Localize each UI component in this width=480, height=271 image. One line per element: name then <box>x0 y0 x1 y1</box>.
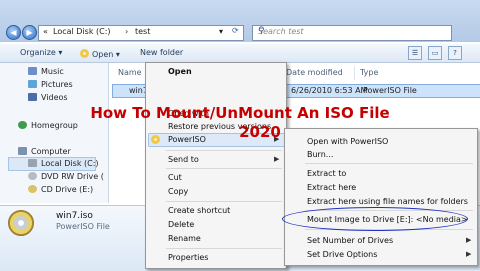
submenu-item-extract-here[interactable]: Extract here <box>307 183 356 192</box>
address-root[interactable]: « <box>43 27 48 36</box>
breadcrumb-separator: › <box>125 27 129 36</box>
details-subtitle: PowerISO File <box>56 222 110 231</box>
sidebar-item-label: CD Drive (E:) <box>41 185 94 194</box>
preview-pane-icon[interactable]: ▭ <box>428 46 442 60</box>
menu-item-properties[interactable]: Properties <box>168 253 208 262</box>
view-controls: ☰ ▭? <box>408 46 478 60</box>
menu-item-copy[interactable]: Copy <box>168 187 188 196</box>
sidebar-item-label: Pictures <box>41 80 73 89</box>
overlay-title: How To Mount/UnMount An ISO File <box>90 104 390 122</box>
sidebar-item-videos[interactable]: Videos <box>28 93 68 102</box>
poweriso-icon <box>80 49 89 58</box>
sidebar-item-label: Videos <box>41 93 68 102</box>
organize-button[interactable]: Organize ▾ <box>20 48 62 57</box>
sidebar-item-cd-drive[interactable]: CD Drive (E:) <box>28 185 93 194</box>
poweriso-submenu: Open with PowerISO Burn... Extract to Ex… <box>284 128 478 266</box>
pictures-icon <box>28 80 37 88</box>
breadcrumb-local-disk[interactable]: Local Disk (C:) <box>53 27 111 36</box>
submenu-item-set-number-of-drives[interactable]: Set Number of Drives <box>307 236 393 245</box>
breadcrumb-test[interactable]: test <box>135 27 150 36</box>
overlay-year: 2020 <box>239 123 281 141</box>
menu-item-send-to[interactable]: Send to <box>168 155 199 164</box>
column-header-type[interactable]: Type <box>360 68 378 77</box>
cd-icon <box>28 185 37 193</box>
sidebar-item-label: Computer <box>31 147 71 156</box>
view-options-icon[interactable]: ☰ <box>408 46 422 60</box>
mount-highlight-ellipse <box>282 207 468 231</box>
menu-separator <box>166 248 282 249</box>
column-header-date[interactable]: Date modified <box>286 68 343 77</box>
videos-icon <box>28 93 37 101</box>
music-icon <box>28 67 37 75</box>
search-icon: ⚲ <box>258 26 265 36</box>
column-header-name[interactable]: Name <box>118 68 142 77</box>
iso-file-icon <box>8 210 34 236</box>
menu-item-rename[interactable]: Rename <box>168 234 201 243</box>
menu-separator <box>305 163 473 164</box>
file-type: PowerISO File <box>363 86 417 95</box>
menu-item-delete[interactable]: Delete <box>168 220 194 229</box>
menu-item-create-shortcut[interactable]: Create shortcut <box>168 206 230 215</box>
sidebar-item-pictures[interactable]: Pictures <box>28 80 73 89</box>
sidebar-item-dvd[interactable]: DVD RW Drive ( <box>28 172 104 181</box>
sidebar-item-computer[interactable]: Computer <box>18 147 71 156</box>
details-title: win7.iso <box>56 211 93 221</box>
submenu-item-burn[interactable]: Burn... <box>307 150 333 159</box>
submenu-arrow-icon: ▶ <box>466 236 472 244</box>
sidebar-item-label: Music <box>41 67 64 76</box>
submenu-item-extract-to[interactable]: Extract to <box>307 169 346 178</box>
menu-item-open[interactable]: Open <box>168 67 192 76</box>
submenu-item-set-drive-options[interactable]: Set Drive Options <box>307 250 377 259</box>
file-date: 6/26/2010 6:53 AM <box>291 86 368 95</box>
disk-icon <box>28 159 37 167</box>
sidebar-item-label: Local Disk (C:) <box>41 159 99 168</box>
submenu-arrow-icon: ▶ <box>274 155 280 163</box>
dvd-icon <box>28 172 37 180</box>
search-input[interactable]: Search test ⚲ <box>252 25 452 41</box>
back-button[interactable]: ◀ <box>6 25 21 40</box>
sidebar-item-local-disk[interactable]: Local Disk (C:) <box>28 159 99 168</box>
sidebar-item-label: DVD RW Drive ( <box>41 172 104 181</box>
context-menu: Open Open with Restore previous versions… <box>145 62 287 269</box>
menu-item-cut[interactable]: Cut <box>168 173 182 182</box>
open-button[interactable]: Open ▾ <box>80 48 120 59</box>
open-button-label: Open ▾ <box>92 50 120 59</box>
address-dropdown-icon[interactable]: ▾ <box>219 27 223 36</box>
new-folder-button[interactable]: New folder <box>140 48 183 57</box>
address-bar[interactable]: « Local Disk (C:) › test ▾ <box>38 25 244 41</box>
menu-separator <box>166 150 282 151</box>
sidebar-item-music[interactable]: Music <box>28 67 64 76</box>
forward-button[interactable]: ▶ <box>22 25 37 40</box>
submenu-item-extract-here-folders[interactable]: Extract here using file names for folder… <box>307 197 468 206</box>
menu-separator <box>166 168 282 169</box>
submenu-arrow-icon: ▶ <box>466 250 472 258</box>
computer-icon <box>18 147 27 155</box>
help-icon[interactable]: ? <box>448 46 462 60</box>
column-divider[interactable] <box>354 66 355 80</box>
refresh-icon[interactable]: ⟳ <box>232 24 242 38</box>
explorer-window: ◀ ▶ « Local Disk (C:) › test ▾ ⟳ Search … <box>0 0 480 271</box>
command-bar: Organize ▾ Open ▾ New folder ☰ ▭? <box>0 44 480 63</box>
menu-separator <box>166 201 282 202</box>
